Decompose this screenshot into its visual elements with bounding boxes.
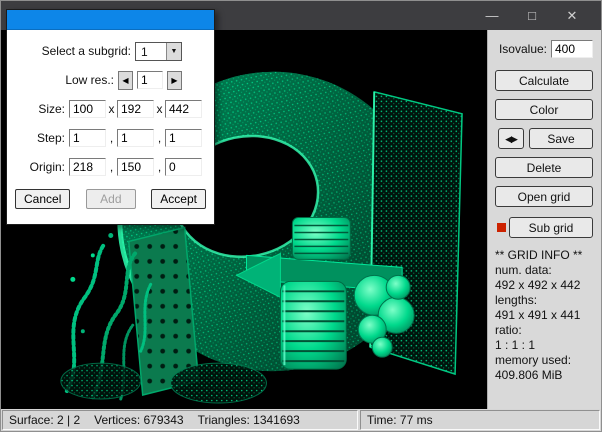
status-triangles: Triangles: 1341693 [198, 413, 300, 427]
status-section-geometry: Surface: 2 | 2 Vertices: 679343 Triangle… [2, 410, 358, 430]
size-y-input[interactable] [117, 100, 154, 118]
subgrid-select-value: 1 [136, 43, 166, 60]
lengths-label: lengths: [495, 293, 597, 308]
size-x-input[interactable] [69, 100, 106, 118]
grid-info: ** GRID INFO ** num. data: 492 x 492 x 4… [495, 248, 597, 383]
dialog-titlebar[interactable] [7, 10, 214, 30]
size-label: Size: [15, 102, 65, 116]
lowres-decrement-icon[interactable]: ◀ [118, 71, 133, 90]
origin-label: Origin: [15, 160, 65, 174]
subgrid-dialog: Select a subgrid: 1 ▼ Low res.: ◀ ▶ Size… [6, 9, 215, 225]
subgrid-select-label: Select a subgrid: [42, 44, 131, 58]
lowres-increment-icon[interactable]: ▶ [167, 71, 182, 90]
memory-value: 409.806 MiB [495, 368, 597, 383]
calculate-button[interactable]: Calculate [495, 70, 593, 91]
close-icon[interactable]: ✕ [553, 1, 591, 30]
ratio-value: 1 : 1 : 1 [495, 338, 597, 353]
maximize-icon[interactable]: □ [513, 1, 551, 30]
isovalue-input[interactable] [551, 40, 593, 58]
surface-cycle-button[interactable]: ◀▶ [498, 128, 524, 149]
step-z-input[interactable] [165, 129, 202, 147]
size-separator: x [154, 102, 165, 116]
control-panel: Isovalue: Calculate Color ◀▶ Save Delete… [487, 30, 601, 409]
dropdown-arrow-icon[interactable]: ▼ [166, 43, 181, 60]
subgrid-indicator-icon [497, 223, 506, 232]
cancel-button[interactable]: Cancel [15, 189, 70, 209]
num-data-label: num. data: [495, 263, 597, 278]
origin-separator: , [106, 160, 117, 174]
memory-label: memory used: [495, 353, 597, 368]
size-z-input[interactable] [165, 100, 202, 118]
isovalue-label: Isovalue: [499, 42, 547, 56]
color-button[interactable]: Color [495, 99, 593, 120]
origin-y-input[interactable] [117, 158, 154, 176]
status-time: Time: 77 ms [367, 413, 433, 427]
step-separator: , [106, 131, 117, 145]
origin-x-input[interactable] [69, 158, 106, 176]
bottom-debris [171, 363, 267, 403]
step-label: Step: [15, 131, 65, 145]
origin-separator: , [154, 160, 165, 174]
size-separator: x [106, 102, 117, 116]
add-button[interactable]: Add [86, 189, 136, 209]
origin-z-input[interactable] [165, 158, 202, 176]
save-button[interactable]: Save [529, 128, 593, 149]
status-surface: Surface: 2 | 2 [9, 413, 80, 427]
step-x-input[interactable] [69, 129, 106, 147]
minimize-icon[interactable]: — [473, 1, 511, 30]
lowres-input[interactable] [137, 71, 163, 89]
num-data-value: 492 x 492 x 442 [495, 278, 597, 293]
ratio-label: ratio: [495, 323, 597, 338]
app-window: — □ ✕ [0, 0, 602, 432]
lowres-label: Low res.: [65, 73, 114, 87]
subgrid-select[interactable]: 1 ▼ [135, 42, 182, 61]
sub-grid-button[interactable]: Sub grid [509, 217, 593, 238]
status-vertices: Vertices: 679343 [94, 413, 183, 427]
open-grid-button[interactable]: Open grid [495, 186, 593, 207]
step-separator: , [154, 131, 165, 145]
status-section-time: Time: 77 ms [360, 410, 600, 430]
dialog-body: Select a subgrid: 1 ▼ Low res.: ◀ ▶ Size… [7, 30, 214, 224]
grid-info-title: ** GRID INFO ** [495, 248, 597, 263]
status-bar: Surface: 2 | 2 Vertices: 679343 Triangle… [1, 409, 601, 431]
accept-button[interactable]: Accept [151, 189, 206, 209]
delete-button[interactable]: Delete [495, 157, 593, 178]
lengths-value: 491 x 491 x 441 [495, 308, 597, 323]
step-y-input[interactable] [117, 129, 154, 147]
